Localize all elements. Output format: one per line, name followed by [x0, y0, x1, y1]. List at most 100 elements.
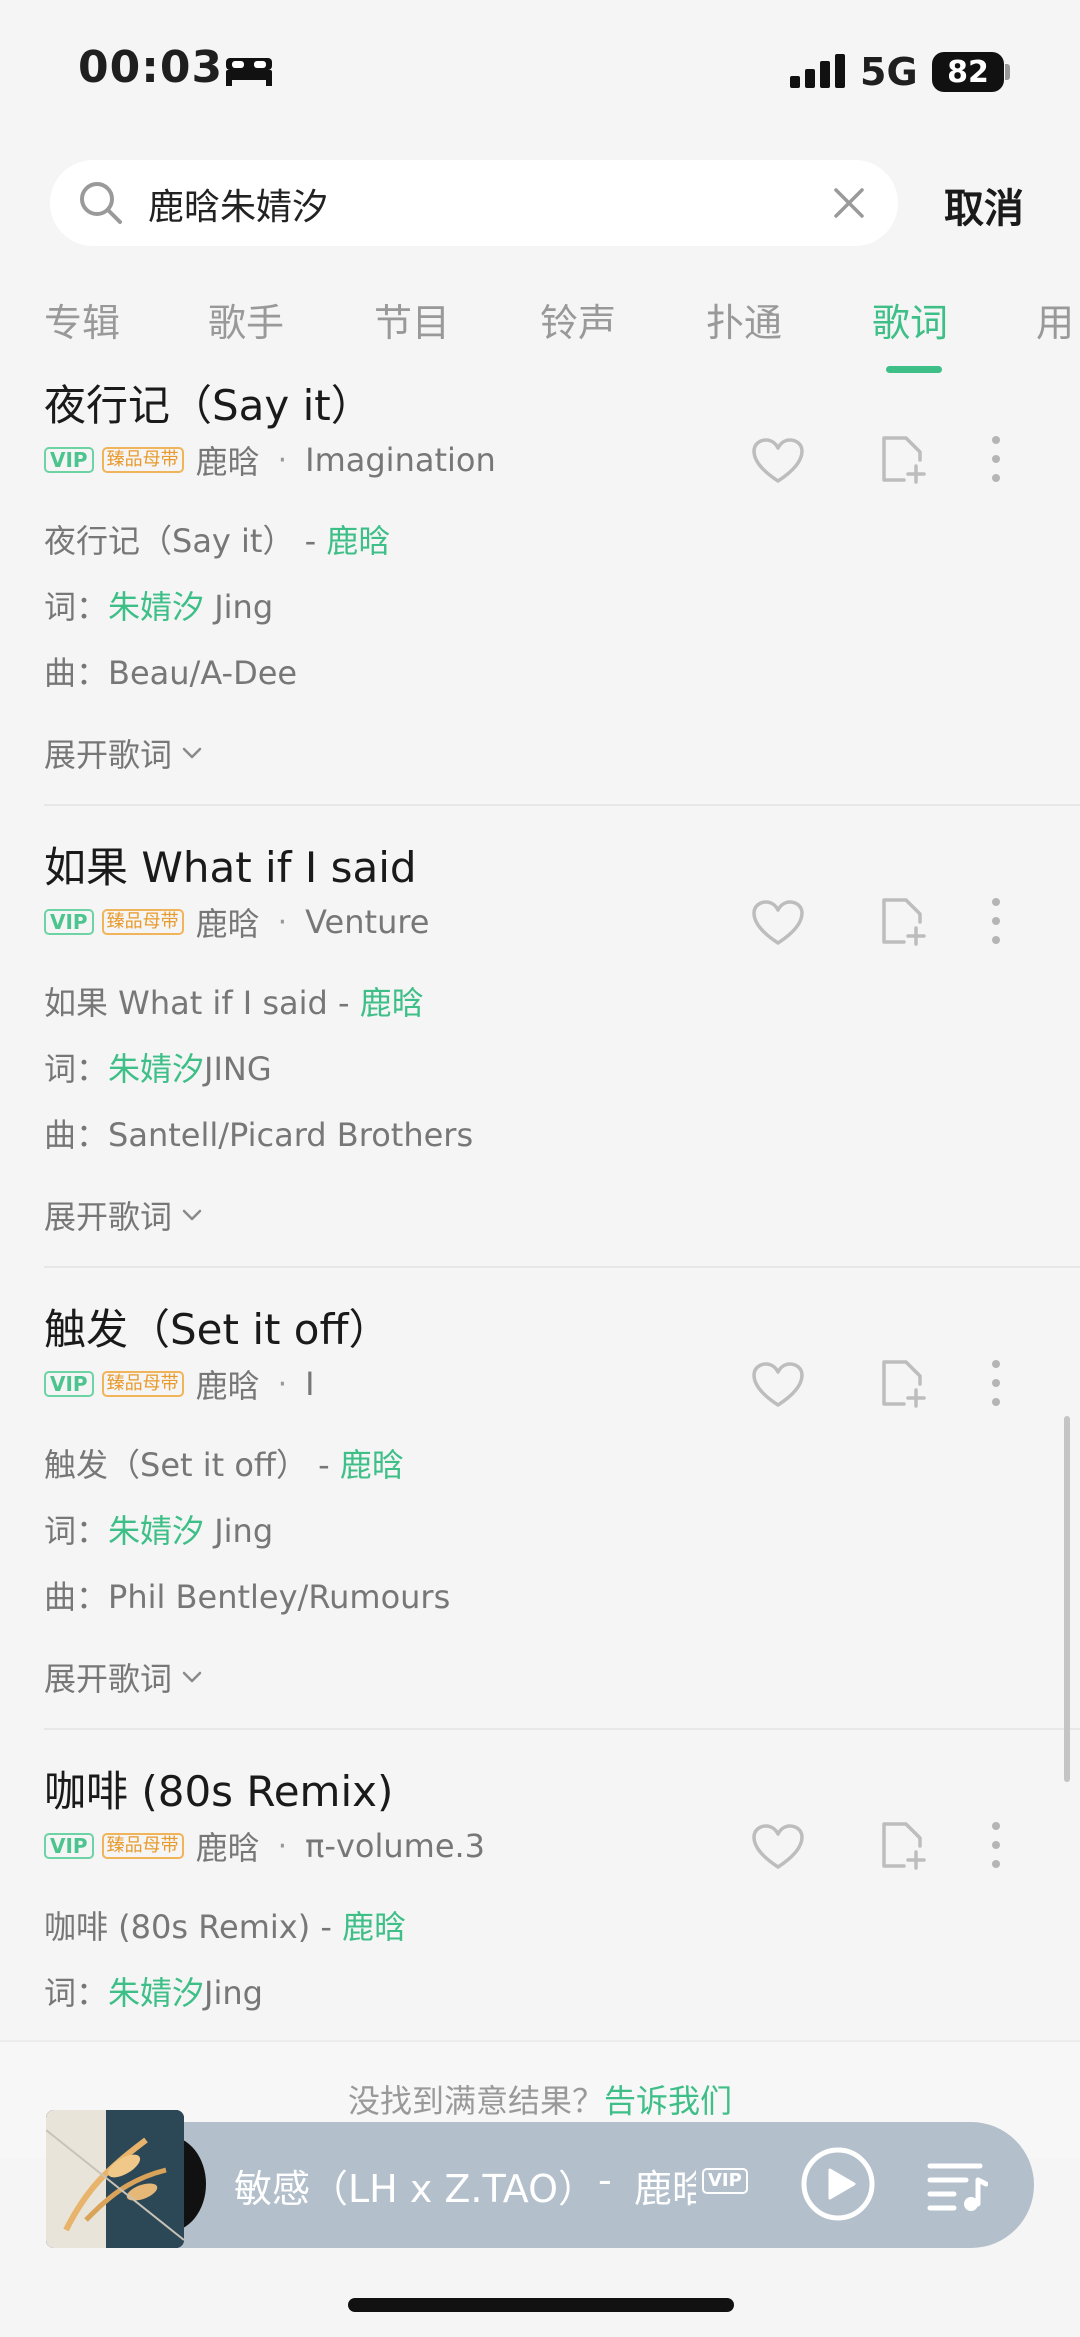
lyric-match-song: 如果 What if I said - 鹿晗	[44, 984, 424, 1022]
lyric-match-composer: 曲：Beau/A-Dee	[44, 654, 298, 692]
lyric-match-song: 夜行记（Say it） - 鹿晗	[44, 522, 391, 560]
divider	[44, 804, 1080, 806]
more-icon[interactable]	[990, 1358, 1002, 1408]
battery-level: 82	[947, 54, 989, 90]
album-name[interactable]: π-volume.3	[305, 1827, 485, 1865]
search-input[interactable]: 鹿晗朱婧汐	[50, 160, 898, 246]
song-meta: VIP 臻品母带 鹿晗 · I	[44, 1361, 315, 1407]
tab-album[interactable]: 专辑	[44, 292, 120, 347]
add-to-playlist-icon[interactable]	[880, 1358, 928, 1408]
lyricist-name[interactable]: 朱婧汐	[108, 1512, 204, 1550]
song-title[interactable]: 触发（Set it off）	[44, 1296, 390, 1357]
more-icon[interactable]	[990, 434, 1002, 484]
song-meta: VIP 臻品母带 鹿晗 · π-volume.3	[44, 1823, 485, 1869]
add-to-playlist-icon[interactable]	[880, 1820, 928, 1870]
album-art-graphic	[46, 2110, 184, 2248]
divider	[44, 1728, 1080, 1730]
chevron-down-icon	[182, 747, 202, 759]
meta-separator: ·	[277, 442, 288, 478]
sleep-mode-icon	[226, 58, 272, 86]
more-icon[interactable]	[990, 1820, 1002, 1870]
lyric-match-artist[interactable]: 鹿晗	[342, 1908, 406, 1946]
tab-putong[interactable]: 扑通	[706, 292, 782, 347]
list-item[interactable]: 触发（Set it off） VIP 臻品母带 鹿晗 · I 触发（Set it…	[0, 1296, 1080, 1758]
album-name[interactable]: Imagination	[305, 441, 496, 479]
signal-icon	[790, 54, 845, 88]
vip-badge: VIP	[44, 447, 94, 473]
network-type: 5G	[860, 50, 918, 94]
tab-ringtone[interactable]: 铃声	[540, 292, 616, 347]
lyric-match-artist[interactable]: 鹿晗	[326, 522, 390, 560]
scrollbar-thumb[interactable]	[1064, 1416, 1070, 1782]
clear-icon[interactable]	[832, 186, 866, 220]
lyric-match-lyricist: 词：朱婧汐Jing	[44, 1974, 263, 2012]
album-cover[interactable]	[46, 2110, 184, 2248]
meta-separator: ·	[277, 904, 288, 940]
song-title[interactable]: 咖啡 (80s Remix)	[44, 1758, 393, 1819]
hq-badge: 臻品母带	[101, 447, 184, 473]
lyricist-name[interactable]: 朱婧汐	[108, 588, 204, 626]
tab-user[interactable]: 用	[1036, 292, 1074, 347]
meta-separator: ·	[277, 1366, 288, 1402]
more-icon[interactable]	[990, 896, 1002, 946]
hq-badge: 臻品母带	[101, 1833, 184, 1859]
meta-separator: ·	[277, 1828, 288, 1864]
play-icon[interactable]	[800, 2146, 876, 2222]
search-query: 鹿晗朱婧汐	[148, 187, 329, 228]
cancel-button[interactable]: 取消	[944, 176, 1024, 234]
list-item[interactable]: 夜行记（Say it） VIP 臻品母带 鹿晗 · Imagination 夜行…	[0, 372, 1080, 834]
add-to-playlist-icon[interactable]	[880, 434, 928, 484]
lyric-match-composer: 曲：Santell/Picard Brothers	[44, 1116, 474, 1154]
status-time: 00:03	[78, 42, 224, 93]
list-item[interactable]: 如果 What if I said VIP 臻品母带 鹿晗 · Venture …	[0, 834, 1080, 1296]
status-bar: 00:03 5G 82	[0, 0, 1080, 140]
album-name[interactable]: I	[305, 1365, 314, 1403]
lyric-match-composer: 曲：Phil Bentley/Rumours	[44, 1578, 451, 1616]
heart-icon[interactable]	[752, 1824, 804, 1870]
tab-singer[interactable]: 歌手	[208, 292, 284, 347]
chevron-down-icon	[182, 1671, 202, 1683]
lyric-match-lyricist: 词：朱婧汐 Jing	[44, 1512, 274, 1550]
expand-lyrics-button[interactable]: 展开歌词	[44, 1654, 202, 1700]
artist-name[interactable]: 鹿晗	[196, 1361, 260, 1407]
lyricist-name[interactable]: 朱婧汐	[108, 1050, 204, 1088]
album-name[interactable]: Venture	[305, 903, 429, 941]
divider	[44, 1266, 1080, 1268]
lyrics-result-list: 夜行记（Say it） VIP 臻品母带 鹿晗 · Imagination 夜行…	[0, 372, 1080, 2040]
lyric-match-song: 触发（Set it off） - 鹿晗	[44, 1446, 404, 1484]
heart-icon[interactable]	[752, 438, 804, 484]
heart-icon[interactable]	[752, 900, 804, 946]
player-song-title[interactable]: 敏感（LH x Z.TAO）	[234, 2158, 596, 2213]
playlist-icon[interactable]	[926, 2160, 988, 2212]
song-title[interactable]: 如果 What if I said	[44, 834, 417, 895]
player-artist[interactable]: 鹿晗	[634, 2158, 696, 2213]
category-tabs: 专辑 歌手 节目 铃声 扑通 歌词 用	[0, 282, 1080, 373]
tab-lyrics[interactable]: 歌词	[872, 292, 948, 347]
player-separator: -	[598, 2158, 612, 2202]
hq-badge: 臻品母带	[101, 1371, 184, 1397]
song-title[interactable]: 夜行记（Say it）	[44, 372, 373, 433]
search-icon	[80, 182, 122, 224]
tab-program[interactable]: 节目	[374, 292, 450, 347]
vip-badge: VIP	[44, 1371, 94, 1397]
expand-lyrics-button[interactable]: 展开歌词	[44, 1192, 202, 1238]
artist-name[interactable]: 鹿晗	[196, 1823, 260, 1869]
list-item[interactable]: 咖啡 (80s Remix) VIP 臻品母带 鹿晗 · π-volume.3 …	[0, 1758, 1080, 2040]
add-to-playlist-icon[interactable]	[880, 896, 928, 946]
heart-icon[interactable]	[752, 1362, 804, 1408]
vip-badge: VIP	[44, 909, 94, 935]
home-indicator[interactable]	[348, 2298, 734, 2312]
artist-name[interactable]: 鹿晗	[196, 437, 260, 483]
feedback-link[interactable]: 告诉我们	[604, 2082, 732, 2120]
lyric-match-artist[interactable]: 鹿晗	[340, 1446, 404, 1484]
lyric-match-song: 咖啡 (80s Remix) - 鹿晗	[44, 1908, 407, 1946]
expand-lyrics-button[interactable]: 展开歌词	[44, 730, 202, 776]
lyricist-name[interactable]: 朱婧汐	[108, 1974, 204, 2012]
lyric-match-lyricist: 词：朱婧汐 Jing	[44, 588, 274, 626]
artist-name[interactable]: 鹿晗	[196, 899, 260, 945]
chevron-down-icon	[182, 1209, 202, 1221]
battery-nub	[1005, 64, 1010, 80]
lyric-match-artist[interactable]: 鹿晗	[360, 984, 424, 1022]
hq-badge: 臻品母带	[101, 909, 184, 935]
song-meta: VIP 臻品母带 鹿晗 · Imagination	[44, 437, 496, 483]
